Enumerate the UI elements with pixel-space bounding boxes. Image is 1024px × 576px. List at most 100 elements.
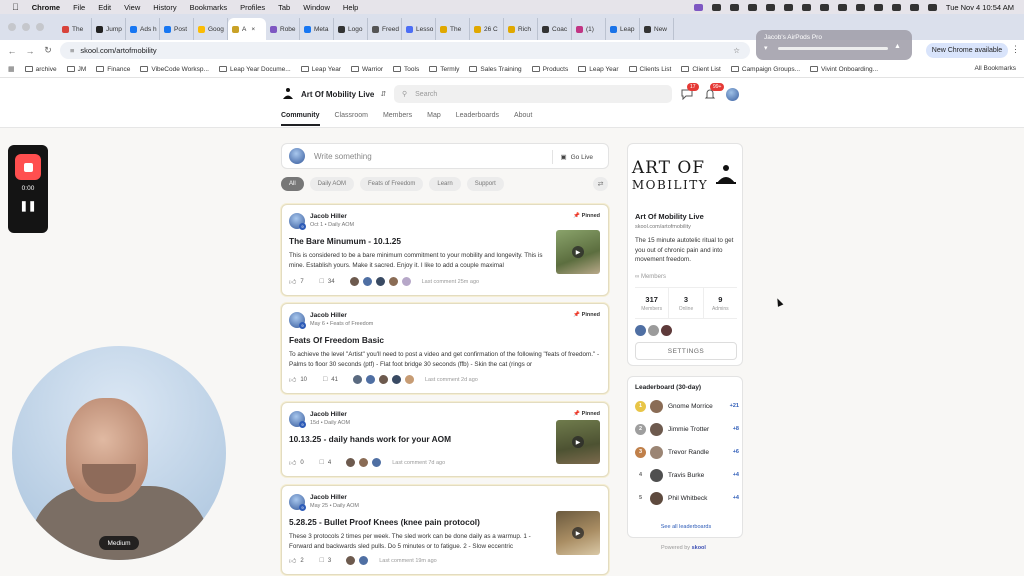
menu-extra-icon[interactable] (819, 3, 829, 11)
members-link[interactable]: ∞ Members (635, 274, 666, 280)
video-thumbnail[interactable]: ▶ (556, 230, 600, 274)
bookmark-item[interactable]: VibeCode Worksp... (140, 66, 209, 73)
chrome-menu-icon[interactable]: ⋮ (1011, 44, 1020, 55)
member-name[interactable]: Trevor Randle (668, 449, 733, 456)
browser-tab[interactable]: Coac (538, 18, 572, 40)
reload-icon[interactable]: ↻ (42, 45, 54, 56)
browser-tab[interactable]: Ads h (126, 18, 160, 40)
commenter-avatar[interactable] (361, 276, 373, 287)
tab-map[interactable]: Map (427, 112, 441, 126)
powered-by[interactable]: Powered by skool (661, 545, 706, 551)
browser-tab[interactable]: Post (160, 18, 194, 40)
minimize-window-button[interactable] (22, 23, 30, 31)
post-author[interactable]: Jacob Hiller (310, 312, 347, 319)
tab-about[interactable]: About (514, 112, 532, 126)
address-bar[interactable]: ≡ skool.com/artofmobility ☆ (60, 42, 750, 59)
browser-tab[interactable]: Jump (92, 18, 126, 40)
group-switcher[interactable]: Art Of Mobility Live ⇵ (281, 87, 386, 101)
bookmark-item[interactable]: Products (531, 66, 568, 73)
bookmark-item[interactable]: Campaign Groups... (730, 66, 800, 73)
apps-grid-icon[interactable]: ▦ (8, 65, 15, 73)
menu-file[interactable]: File (73, 3, 85, 12)
post-composer[interactable]: Write something ▣ Go Live (281, 143, 609, 169)
post-author[interactable]: Jacob Hiller (310, 494, 347, 501)
menu-extra-icon[interactable] (765, 3, 775, 11)
pause-icon[interactable]: ❚❚ (8, 201, 48, 212)
siri-icon[interactable] (927, 3, 937, 11)
search-icon[interactable] (891, 3, 901, 11)
volume-slider[interactable] (778, 47, 888, 50)
webcam-bubble[interactable] (12, 346, 226, 560)
filter-support[interactable]: Support (466, 177, 504, 191)
filter-feats-of-freedom[interactable]: Feats of Freedom (360, 177, 424, 191)
member-avatar[interactable] (650, 422, 663, 436)
tab-leaderboards[interactable]: Leaderboards (456, 112, 499, 126)
see-all-leaderboards-link[interactable]: See all leaderboards (628, 524, 744, 530)
zoom-window-button[interactable] (36, 23, 44, 31)
browser-tab[interactable]: The (58, 18, 92, 40)
bookmark-item[interactable]: JM (66, 66, 86, 73)
bookmark-item[interactable]: Leap Year (300, 66, 341, 73)
forward-arrow-icon[interactable]: → (24, 46, 36, 56)
stat-members[interactable]: 317 Members (635, 288, 670, 318)
menu-bookmarks[interactable]: Bookmarks (190, 3, 228, 12)
post-author[interactable]: Jacob Hiller (310, 213, 347, 220)
browser-tab[interactable]: A × (228, 18, 266, 40)
comment-icon[interactable]: □ (323, 376, 327, 383)
tab-community[interactable]: Community (281, 112, 320, 126)
post-card[interactable]: 9 Jacob Hiller May 25 • Daily AOM 5.28.2… (281, 485, 609, 575)
filter-settings-icon[interactable]: ⇄ (593, 177, 608, 191)
filter-daily-aom[interactable]: Daily AOM (309, 177, 355, 191)
menu-edit[interactable]: Edit (98, 3, 111, 12)
screen-recorder-status-icon[interactable] (693, 3, 703, 11)
leaderboard-row[interactable]: 2 Jimmie Trotter +8 (635, 422, 739, 436)
browser-tab[interactable]: The (436, 18, 470, 40)
user-avatar[interactable] (726, 88, 739, 101)
browser-tab[interactable]: (1) (572, 18, 606, 40)
leaderboard-row[interactable]: 3 Trevor Randle +6 (635, 445, 739, 459)
group-url[interactable]: skool.com/artofmobility (635, 224, 691, 230)
filter-learn[interactable]: Learn (429, 177, 461, 191)
stat-online[interactable]: 3 Online (669, 288, 704, 318)
bell-icon[interactable]: 99+ (704, 83, 725, 100)
browser-tab[interactable]: Meta (300, 18, 334, 40)
bookmark-item[interactable]: Tools (393, 66, 419, 73)
stop-recording-button[interactable] (15, 154, 41, 180)
moon-icon[interactable] (783, 3, 793, 11)
member-name[interactable]: Phil Whitbeck (668, 495, 733, 502)
like-icon[interactable]: 👍︎ (289, 556, 296, 565)
commenter-avatar[interactable] (358, 555, 370, 566)
chevron-updown-icon[interactable]: ⇵ (380, 90, 386, 98)
browser-tab[interactable]: Leap (606, 18, 640, 40)
member-avatar[interactable] (650, 468, 663, 482)
commenter-avatar[interactable] (377, 374, 389, 385)
post-title[interactable]: The Bare Minumum - 10.1.25 (289, 236, 401, 246)
commenter-avatar[interactable] (400, 276, 412, 287)
member-name[interactable]: Gnome Morrice (668, 403, 730, 410)
member-name[interactable]: Travis Burke (668, 472, 733, 479)
browser-tab[interactable]: Goog (194, 18, 228, 40)
post-card[interactable]: 9 Jacob Hiller 15d • Daily AOM 📌 Pinned … (281, 402, 609, 477)
video-thumbnail[interactable]: ▶ (556, 420, 600, 464)
browser-tab[interactable]: New (640, 18, 674, 40)
display-icon[interactable] (837, 3, 847, 11)
go-live-button[interactable]: ▣ Go Live (552, 150, 600, 164)
bookmark-star-icon[interactable]: ☆ (733, 46, 740, 55)
admin-avatar[interactable] (635, 325, 646, 336)
commenter-avatar[interactable] (371, 457, 383, 468)
control-center-icon[interactable] (909, 3, 919, 11)
commenter-avatar[interactable] (348, 276, 360, 287)
menu-clock[interactable]: Tue Nov 4 10:54 AM (946, 3, 1014, 12)
commenter-avatar[interactable] (387, 276, 399, 287)
settings-button[interactable]: SETTINGS (635, 342, 737, 360)
video-thumbnail[interactable]: ▶ (556, 511, 600, 555)
member-name[interactable]: Jimmie Trotter (668, 426, 733, 433)
commenter-avatar[interactable] (345, 555, 357, 566)
menu-app-name[interactable]: Chrome (32, 3, 60, 12)
bookmark-item[interactable]: Warrior (350, 66, 383, 73)
site-info-icon[interactable]: ≡ (70, 46, 74, 55)
like-icon[interactable]: 👍︎ (289, 375, 296, 384)
bookmark-item[interactable]: Clients List (628, 66, 671, 73)
leaderboard-row[interactable]: 5 Phil Whitbeck +4 (635, 491, 739, 505)
filter-all[interactable]: All (281, 177, 304, 191)
